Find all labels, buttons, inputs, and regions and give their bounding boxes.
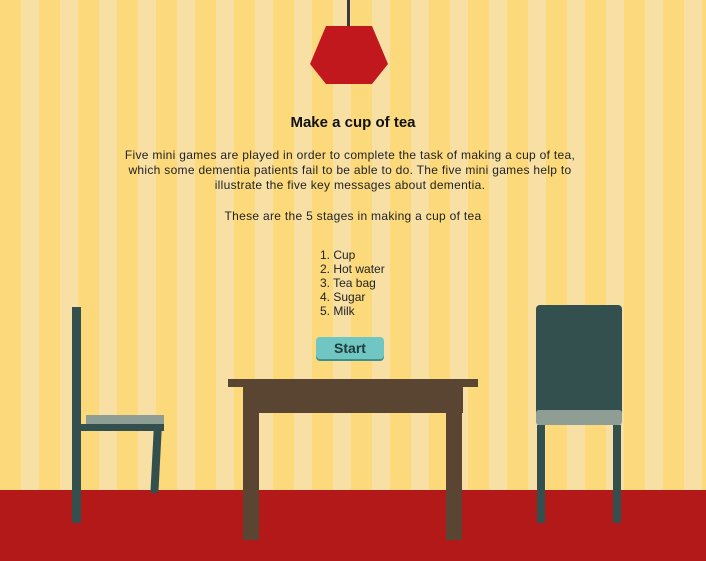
chair-right-leg-right bbox=[613, 425, 621, 523]
stage-item-milk: 5. Milk bbox=[320, 304, 355, 318]
chair-left-seat bbox=[86, 415, 164, 424]
floor bbox=[0, 490, 706, 561]
game-scene: Make a cup of tea Five mini games are pl… bbox=[0, 0, 706, 561]
chair-left-rail bbox=[81, 424, 164, 431]
table-leg-left bbox=[243, 413, 259, 540]
stages-list: 1. Cup 2. Hot water 3. Tea bag 4. Sugar … bbox=[320, 248, 385, 318]
stage-item-tea-bag: 3. Tea bag bbox=[320, 276, 376, 290]
table-apron bbox=[243, 387, 463, 413]
stage-item-sugar: 4. Sugar bbox=[320, 290, 366, 304]
chair-right-back bbox=[536, 305, 622, 413]
chair-right-leg-left bbox=[537, 425, 545, 523]
chair-left-leg bbox=[150, 431, 162, 493]
page-title: Make a cup of tea bbox=[290, 114, 416, 131]
stages-intro-text: These are the 5 stages in making a cup o… bbox=[224, 209, 482, 223]
stage-item-hot-water: 2. Hot water bbox=[320, 262, 385, 276]
chair-right-seat bbox=[536, 410, 622, 425]
stage-item-cup: 1. Cup bbox=[320, 248, 356, 262]
table-top bbox=[228, 379, 478, 387]
intro-text: Five mini games are played in order to c… bbox=[124, 148, 576, 192]
lamp-icon bbox=[310, 26, 388, 84]
table-leg-right bbox=[446, 413, 462, 540]
start-button[interactable]: Start bbox=[316, 337, 384, 359]
chair-left-back bbox=[72, 307, 81, 523]
